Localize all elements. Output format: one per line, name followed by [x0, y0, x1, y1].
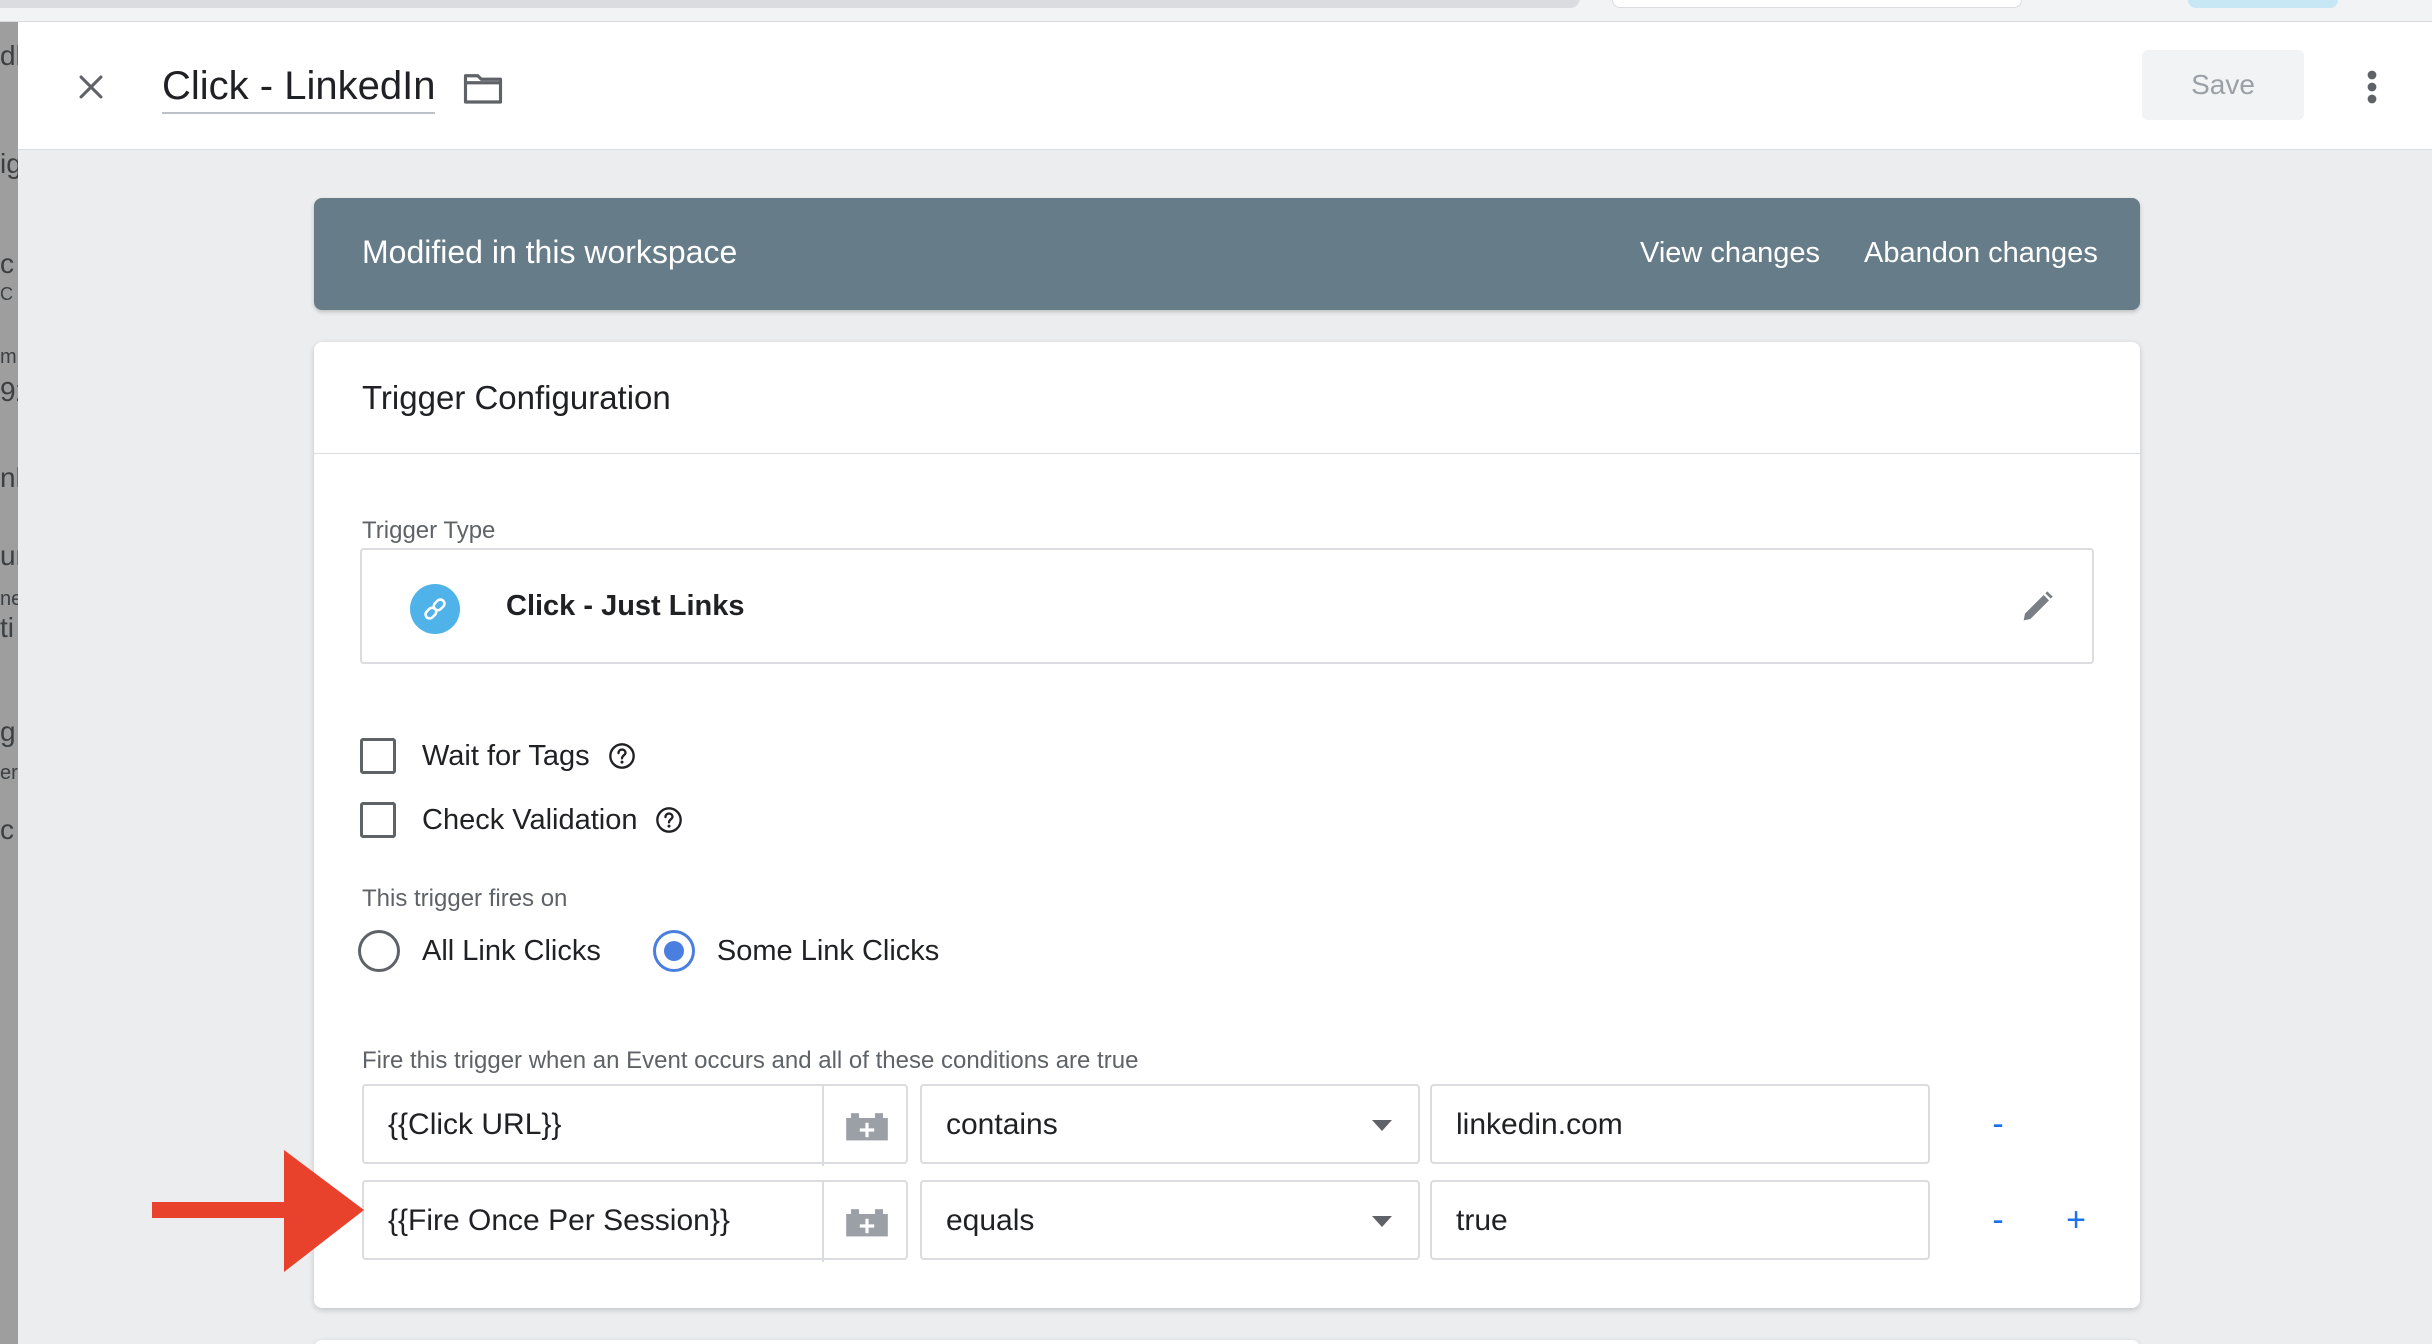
condition-operator-value: equals	[946, 1204, 1035, 1237]
condition-value-text: linkedin.com	[1456, 1108, 1623, 1141]
variable-brick-icon	[846, 1113, 888, 1141]
browser-action-button	[2188, 0, 2338, 8]
bg-fragment: ti	[0, 612, 14, 643]
check-validation-row: Check Validation	[360, 798, 683, 842]
trigger-editor-panel: Click - LinkedIn Save Modified in this w…	[18, 22, 2432, 1344]
condition-operator-select[interactable]: contains	[920, 1084, 1420, 1164]
trigger-type-selector[interactable]: Click - Just Links	[360, 548, 2094, 664]
banner-text: Modified in this workspace	[362, 234, 738, 270]
chevron-down-icon	[1372, 1216, 1392, 1227]
page-title: Click - LinkedIn	[162, 64, 436, 108]
wait-for-tags-checkbox[interactable]	[360, 738, 396, 774]
wait-for-tags-help[interactable]	[608, 742, 636, 770]
remove-condition-button[interactable]: -	[1976, 1198, 2020, 1242]
add-condition-button[interactable]: +	[2054, 1198, 2098, 1242]
condition-variable-value: {{Click URL}}	[388, 1108, 562, 1141]
bg-fragment: c	[0, 814, 14, 845]
condition-variable-field[interactable]: {{Click URL}}	[362, 1084, 910, 1166]
bg-fragment: nk	[0, 462, 18, 493]
close-icon	[79, 75, 103, 99]
bg-fragment: C	[0, 284, 13, 304]
some-link-clicks-label: Some Link Clicks	[716, 935, 940, 967]
help-circle-icon	[656, 807, 683, 833]
folder-icon	[463, 74, 503, 104]
save-button[interactable]: Save	[2142, 50, 2304, 120]
bg-fragment: g	[0, 716, 16, 747]
conditions-label: Fire this trigger when an Event occurs a…	[362, 1047, 1139, 1074]
condition-operator-value: contains	[946, 1108, 1058, 1141]
title-field[interactable]: Click - LinkedIn	[162, 62, 436, 114]
browser-search-field	[1612, 0, 2022, 8]
editor-header: Click - LinkedIn Save	[18, 22, 2432, 150]
folder-button[interactable]	[458, 66, 508, 110]
edit-trigger-type-button[interactable]	[2012, 582, 2062, 632]
some-link-clicks-radio[interactable]	[652, 930, 695, 972]
browser-strip	[0, 0, 2432, 22]
trigger-type-label: Trigger Type	[362, 517, 496, 544]
all-link-clicks-label: All Link Clicks	[422, 935, 601, 967]
radio-selected-dot	[663, 941, 684, 961]
check-validation-checkbox[interactable]	[360, 802, 396, 838]
close-button[interactable]	[68, 64, 114, 110]
card-header: Trigger Configuration	[314, 342, 2140, 454]
more-vert-icon	[2367, 70, 2377, 104]
trigger-type-badge	[410, 584, 460, 634]
chevron-down-icon	[1372, 1120, 1392, 1131]
bg-fragment: c	[0, 248, 14, 279]
pencil-icon	[2023, 591, 2053, 621]
check-validation-label: Check Validation	[422, 804, 638, 836]
link-icon	[424, 598, 446, 620]
bg-fragment: ig	[0, 148, 18, 179]
remove-condition-button[interactable]: -	[1976, 1102, 2020, 1146]
check-validation-help[interactable]	[655, 806, 683, 834]
bg-fragment: 92	[0, 376, 18, 407]
condition-variable-value: {{Fire Once Per Session}}	[388, 1204, 730, 1237]
bg-fragment: ne	[0, 588, 18, 610]
view-changes-link[interactable]: View changes	[1640, 234, 1820, 272]
condition-value-field[interactable]: true	[1430, 1180, 1930, 1260]
wait-for-tags-row: Wait for Tags	[360, 734, 636, 778]
more-options-button[interactable]	[2350, 62, 2394, 112]
insert-variable-button[interactable]	[822, 1086, 910, 1166]
background-page: dl ig c C m 92 nk un ne ti g er c	[0, 22, 18, 1344]
card-title: Trigger Configuration	[362, 379, 671, 416]
wait-for-tags-label: Wait for Tags	[422, 740, 590, 772]
condition-value-field[interactable]: linkedin.com	[1430, 1084, 1930, 1164]
fires-on-label: This trigger fires on	[362, 885, 568, 912]
all-link-clicks-radio[interactable]	[358, 930, 400, 972]
annotation-arrow-icon	[152, 1150, 364, 1272]
bg-fragment: er	[0, 762, 18, 784]
bg-fragment: un	[0, 540, 18, 571]
trigger-configuration-card: Trigger Configuration Trigger Type Click…	[314, 342, 2140, 1308]
bg-fragment: m	[0, 346, 17, 368]
workspace-banner: Modified in this workspace View changes …	[314, 198, 2140, 310]
fires-on-radio-group: All Link Clicks Some Link Clicks	[358, 926, 939, 976]
insert-variable-button[interactable]	[822, 1182, 910, 1262]
next-section-card	[314, 1340, 2140, 1344]
condition-operator-select[interactable]: equals	[920, 1180, 1420, 1260]
trigger-type-name: Click - Just Links	[506, 590, 745, 622]
condition-variable-field[interactable]: {{Fire Once Per Session}}	[362, 1180, 910, 1262]
bg-fragment: dl	[0, 40, 18, 71]
condition-value-text: true	[1456, 1204, 1508, 1237]
help-circle-icon	[608, 743, 635, 769]
abandon-changes-link[interactable]: Abandon changes	[1864, 234, 2098, 272]
variable-brick-icon	[846, 1209, 888, 1237]
browser-tab-strip	[0, 0, 1580, 8]
